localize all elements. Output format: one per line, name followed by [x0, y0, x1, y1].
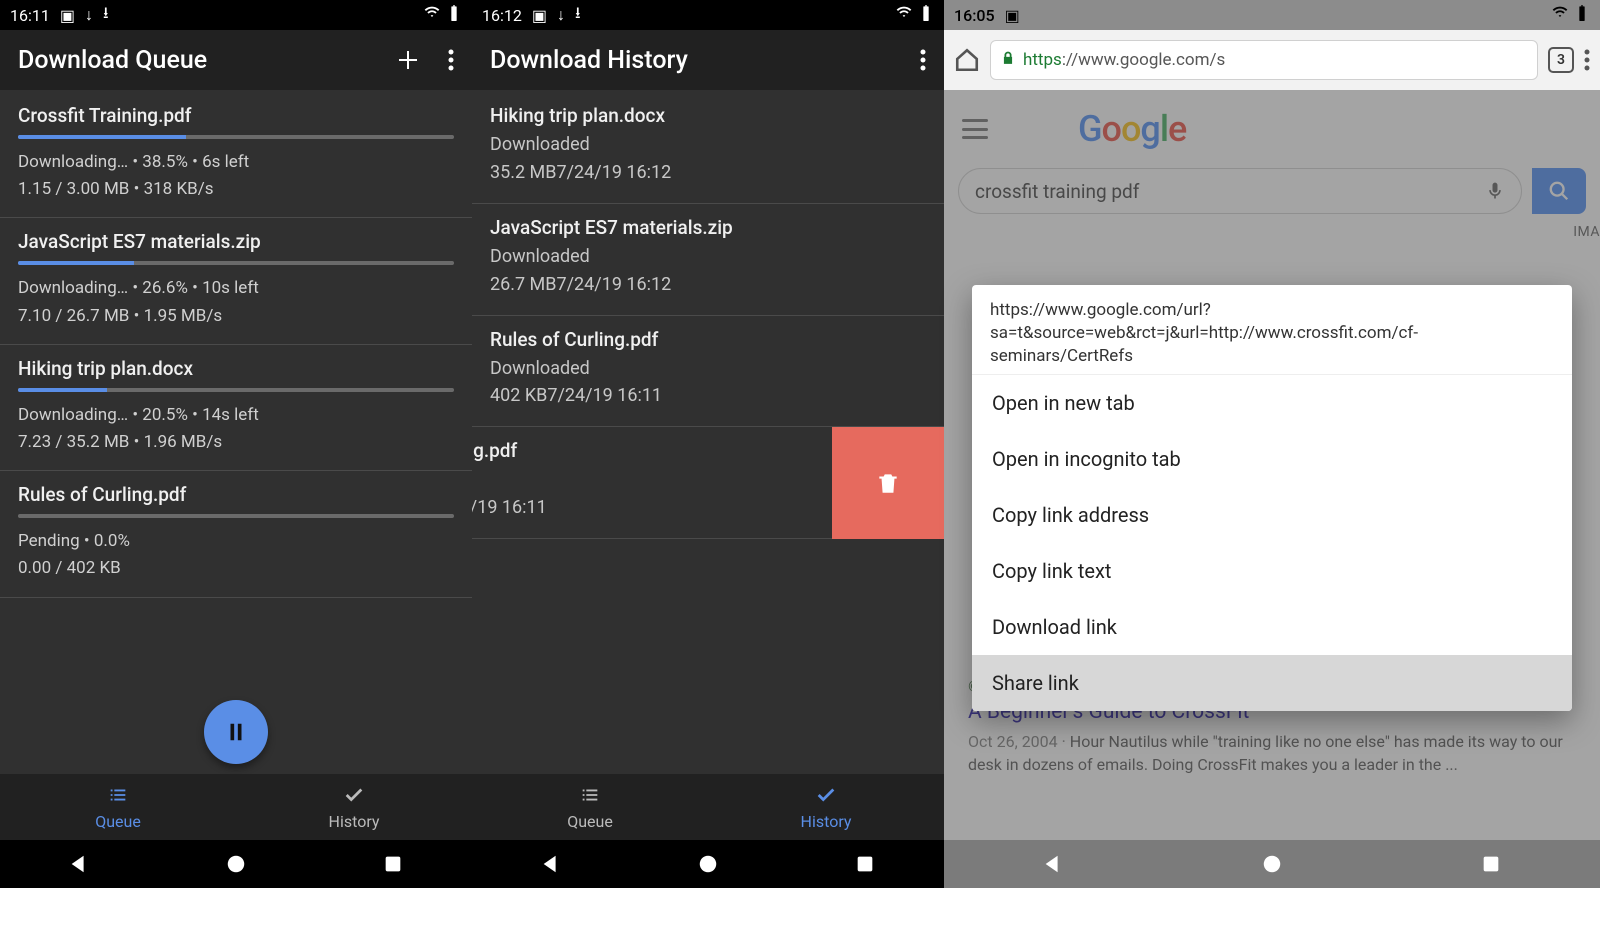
- picture-icon: ▣: [60, 6, 75, 25]
- overflow-menu-button[interactable]: [448, 48, 454, 72]
- android-nav-bar: [0, 840, 472, 888]
- wifi-icon: [424, 5, 440, 25]
- pause-all-fab[interactable]: [204, 700, 268, 764]
- menu-open-new-tab[interactable]: Open in new tab: [972, 375, 1572, 431]
- history-item[interactable]: Hiking trip plan.docx Downloaded 35.2 MB…: [472, 92, 944, 204]
- history-item[interactable]: JavaScript ES7 materials.zip Downloaded …: [472, 204, 944, 316]
- home-button[interactable]: [225, 853, 247, 875]
- menu-copy-link-address[interactable]: Copy link address: [972, 487, 1572, 543]
- file-name: aining.pdf: [472, 439, 832, 462]
- tab-queue[interactable]: Queue: [472, 774, 708, 840]
- file-name: JavaScript ES7 materials.zip: [490, 216, 926, 239]
- file-meta: Downloaded 402 KB7/24/19 16:11: [490, 355, 926, 411]
- menu-share-link[interactable]: Share link: [972, 655, 1572, 711]
- back-button[interactable]: [68, 853, 90, 875]
- download-queue-list: Crossfit Training.pdf Downloading…38.5%6…: [0, 92, 472, 776]
- history-item[interactable]: Rules of Curling.pdf Downloaded 402 KB7/…: [472, 316, 944, 428]
- add-button[interactable]: [396, 48, 420, 72]
- recents-button[interactable]: [382, 853, 404, 875]
- file-meta: d 7/24/19 16:11: [472, 466, 832, 522]
- queue-item[interactable]: JavaScript ES7 materials.zip Downloading…: [0, 218, 472, 344]
- recents-button[interactable]: [1480, 853, 1502, 875]
- clock: 16:12: [482, 6, 522, 25]
- file-name: Hiking trip plan.docx: [490, 104, 926, 127]
- file-name: Rules of Curling.pdf: [18, 483, 454, 506]
- page-title: Download Queue: [18, 46, 207, 75]
- context-menu-url: https://www.google.com/url?sa=t&source=w…: [972, 285, 1572, 375]
- download-icon: ↓: [85, 5, 93, 25]
- tab-queue[interactable]: Queue: [0, 774, 236, 840]
- progress-bar: [18, 514, 454, 518]
- file-name: Hiking trip plan.docx: [18, 357, 454, 380]
- download-history-list: Hiking trip plan.docx Downloaded 35.2 MB…: [472, 92, 944, 776]
- clock: 16:05: [954, 6, 995, 25]
- progress-bar: [18, 135, 454, 139]
- tab-label: Queue: [567, 812, 613, 831]
- delete-button[interactable]: [832, 427, 944, 539]
- overflow-menu-button[interactable]: [920, 48, 926, 72]
- link-context-menu: https://www.google.com/url?sa=t&source=w…: [972, 285, 1572, 711]
- clock: 16:11: [10, 6, 50, 25]
- file-meta: Downloading…38.5%6s left 1.15 / 3.00 MB3…: [18, 149, 454, 203]
- recents-button[interactable]: [854, 853, 876, 875]
- file-name: Crossfit Training.pdf: [18, 104, 454, 127]
- back-button[interactable]: [540, 853, 562, 875]
- back-button[interactable]: [1042, 853, 1064, 875]
- queue-item[interactable]: Crossfit Training.pdf Downloading…38.5%6…: [0, 92, 472, 218]
- list-icon: [106, 784, 130, 810]
- bottom-navigation: Queue History: [0, 774, 472, 840]
- tab-switcher-button[interactable]: 3: [1548, 47, 1574, 73]
- home-button[interactable]: [697, 853, 719, 875]
- tab-label: History: [329, 812, 380, 831]
- app-bar: Download Queue: [0, 30, 472, 90]
- status-bar: 16:05 ▣: [944, 0, 1600, 30]
- download-done-icon: ⭳: [103, 2, 109, 29]
- page-title: Download History: [490, 46, 688, 75]
- status-bar: 16:11 ▣ ↓ ⭳: [0, 0, 472, 30]
- tab-history[interactable]: History: [708, 774, 944, 840]
- menu-open-incognito[interactable]: Open in incognito tab: [972, 431, 1572, 487]
- menu-download-link[interactable]: Download link: [972, 599, 1572, 655]
- history-item-swiped[interactable]: aining.pdf d 7/24/19 16:11: [472, 427, 944, 539]
- status-bar: 16:12 ▣ ↓ ⭳: [472, 0, 944, 30]
- tab-label: History: [801, 812, 852, 831]
- bottom-navigation: Queue History: [472, 774, 944, 840]
- check-icon: [342, 784, 366, 810]
- home-icon[interactable]: [954, 47, 980, 73]
- picture-icon: ▣: [532, 6, 547, 25]
- battery-icon: [1574, 5, 1590, 25]
- download-icon: ↓: [557, 5, 565, 25]
- tab-label: Queue: [95, 812, 141, 831]
- file-meta: Downloading…26.6%10s left 7.10 / 26.7 MB…: [18, 275, 454, 329]
- android-nav-bar: [944, 840, 1600, 888]
- file-meta: Downloading…20.5%14s left 7.23 / 35.2 MB…: [18, 402, 454, 456]
- overflow-menu-button[interactable]: [1584, 48, 1590, 72]
- battery-icon: [918, 5, 934, 25]
- queue-item[interactable]: Hiking trip plan.docx Downloading…20.5%1…: [0, 345, 472, 471]
- tab-history[interactable]: History: [236, 774, 472, 840]
- file-name: Rules of Curling.pdf: [490, 328, 926, 351]
- list-icon: [578, 784, 602, 810]
- android-nav-bar: [472, 840, 944, 888]
- wifi-icon: [896, 5, 912, 25]
- menu-copy-link-text[interactable]: Copy link text: [972, 543, 1572, 599]
- download-done-icon: ⭳: [575, 2, 581, 29]
- browser-toolbar: https://www.google.com/s 3: [944, 30, 1600, 90]
- picture-icon: ▣: [1005, 6, 1020, 25]
- battery-icon: [446, 5, 462, 25]
- app-bar: Download History: [472, 30, 944, 90]
- file-meta: Pending0.0% 0.00 / 402 KB: [18, 528, 454, 582]
- queue-item[interactable]: Rules of Curling.pdf Pending0.0% 0.00 / …: [0, 471, 472, 597]
- file-name: JavaScript ES7 materials.zip: [18, 230, 454, 253]
- progress-bar: [18, 388, 454, 392]
- file-meta: Downloaded 35.2 MB7/24/19 16:12: [490, 131, 926, 187]
- home-button[interactable]: [1261, 853, 1283, 875]
- file-meta: Downloaded 26.7 MB7/24/19 16:12: [490, 243, 926, 299]
- progress-bar: [18, 261, 454, 265]
- check-icon: [814, 784, 838, 810]
- lock-icon: [1001, 50, 1015, 71]
- address-bar[interactable]: https://www.google.com/s: [990, 40, 1538, 80]
- wifi-icon: [1552, 5, 1568, 25]
